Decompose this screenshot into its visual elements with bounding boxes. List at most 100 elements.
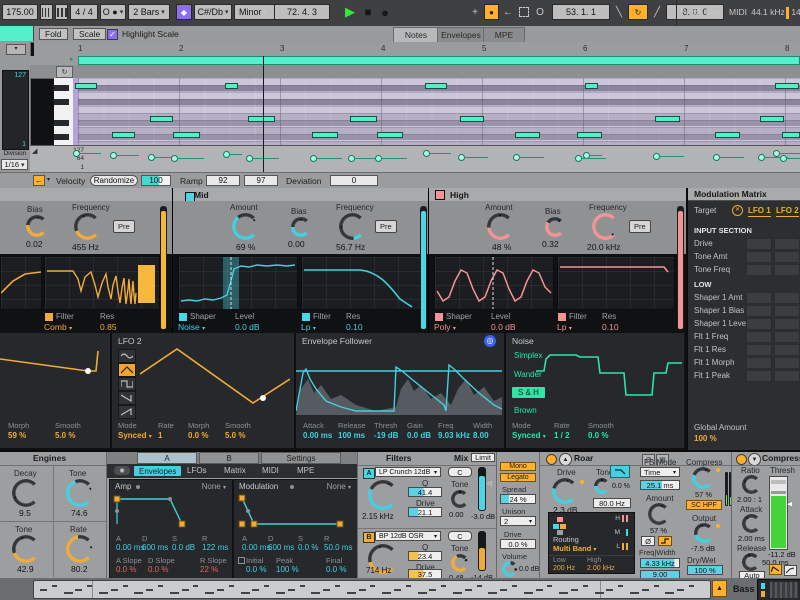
midi-note[interactable] [655, 116, 680, 122]
midi-note[interactable] [782, 132, 800, 138]
envelope-follower-display[interactable] [296, 349, 502, 415]
low-shaper-display[interactable] [0, 256, 42, 310]
tab-notes[interactable]: Notes [393, 27, 439, 42]
matrix-amount-cell[interactable] [774, 331, 800, 343]
triangle-wave-icon[interactable] [118, 363, 136, 377]
insert-marker-icon[interactable]: + [468, 4, 482, 20]
scale-mode-button[interactable]: Scale [73, 28, 106, 40]
amp-target-dropdown[interactable]: None ▾ [202, 482, 226, 491]
eye-icon[interactable]: ◉ [114, 466, 130, 475]
note-grid[interactable] [78, 78, 800, 145]
fb-amount-knob[interactable] [648, 503, 670, 525]
ramp-to-field[interactable]: 97 [244, 175, 278, 186]
tab-a[interactable]: A [137, 452, 197, 464]
filter-b-level-meter[interactable] [478, 531, 486, 571]
transfer-curve-button[interactable] [784, 565, 797, 576]
matrix-amount-cell[interactable] [746, 344, 772, 356]
tempo-field[interactable]: 175.00 [2, 4, 38, 20]
matrix-amount-cell[interactable] [774, 357, 800, 369]
mid-filter-display[interactable] [301, 256, 425, 310]
res-value[interactable]: 0.10 [602, 322, 619, 332]
fold-strip-button[interactable]: ▲ [712, 580, 727, 597]
subtab-mpe[interactable]: MPE [297, 465, 314, 476]
midi-note[interactable] [425, 83, 447, 89]
mod-dot[interactable] [290, 485, 294, 489]
filter-a-level-meter[interactable] [478, 467, 486, 511]
tone-filter-icon[interactable] [610, 465, 630, 478]
midi-note[interactable] [350, 116, 377, 122]
output-knob[interactable] [694, 523, 714, 543]
rate-knob[interactable] [66, 535, 94, 563]
midi-note[interactable] [577, 132, 602, 138]
tone-a-knob[interactable] [66, 479, 94, 507]
dry-wet-field[interactable]: 100 % [687, 565, 723, 575]
limit-button[interactable]: Limit [471, 453, 495, 462]
pre-button[interactable]: Pre [629, 220, 651, 233]
matrix-titlebar[interactable]: Modulation Matrix [688, 188, 800, 201]
phase-invert-button[interactable]: Ø [641, 536, 655, 546]
tone-freq-field[interactable]: 80.0 Hz [593, 498, 631, 508]
amp-r-slope-value[interactable]: 22 % [200, 565, 218, 574]
amp-mod-dot[interactable] [136, 485, 140, 489]
crossover-low-value[interactable]: 200 Hz [553, 565, 575, 572]
follow-button[interactable]: + [257, 4, 271, 20]
midi-note[interactable] [75, 83, 97, 89]
frequency-knob[interactable] [74, 213, 101, 240]
gain-value[interactable]: 0.0 dB [407, 431, 431, 440]
midi-note[interactable] [760, 116, 784, 122]
clip-color-swatch[interactable] [0, 26, 34, 41]
global-amount-value[interactable]: 100 % [694, 434, 717, 443]
metronome-button[interactable] [55, 4, 68, 20]
filter-b-routing-button[interactable]: C [448, 531, 472, 541]
fb-time-field[interactable]: 25.1 ms [640, 480, 680, 490]
matrix-amount-cell[interactable] [774, 238, 800, 250]
release-value[interactable]: 100 ms [338, 431, 365, 440]
subtab-midi[interactable]: MIDI [262, 465, 279, 476]
velocity-lane[interactable]: ◢ 127 64 1 [30, 145, 800, 173]
fb-mode-dropdown[interactable]: Time▾ [640, 467, 680, 477]
mid-band-titlebar[interactable]: Mid [173, 188, 429, 202]
draw-mode-icon[interactable]: O [533, 4, 547, 20]
device-on-led[interactable] [736, 454, 747, 465]
sine-wave-icon[interactable] [118, 349, 136, 363]
black-key[interactable] [54, 85, 69, 91]
level-value[interactable]: 0.0 dB [235, 322, 260, 332]
matrix-amount-cell[interactable] [774, 344, 800, 356]
filter-a-type-dropdown[interactable]: LP Crunch 12dB▾ [375, 467, 441, 477]
session-overdub-button[interactable]: ● [484, 4, 499, 20]
matrix-amount-cell[interactable] [774, 305, 800, 317]
mod-decay-value[interactable]: 600 ms [268, 543, 294, 552]
division-selector[interactable]: 1/16▾ [1, 159, 28, 170]
mono-button[interactable]: Mono [500, 462, 536, 471]
filter-a-level-handle[interactable]: ◁ [487, 480, 492, 487]
roar-drive-knob[interactable] [552, 478, 578, 504]
clip-loop-toggle-icon[interactable]: ↻ [56, 66, 73, 78]
saw-down-wave-icon[interactable] [118, 391, 136, 405]
filter-a-badge[interactable]: A [363, 468, 375, 479]
deviation-field[interactable]: 0 [330, 175, 378, 186]
subtab-lfos[interactable]: LFOs [187, 465, 207, 476]
device-on-led[interactable] [546, 454, 557, 465]
punch-out-icon[interactable]: ╱ [650, 4, 664, 20]
amount-knob[interactable] [232, 213, 259, 240]
midi-note[interactable] [173, 132, 200, 138]
mid-shaper-display[interactable] [178, 256, 298, 310]
matrix-amount-cell[interactable] [746, 292, 772, 304]
scale-icon[interactable]: ◆ [176, 4, 192, 20]
mod-envelope-display[interactable] [236, 493, 355, 531]
matrix-amount-cell[interactable] [774, 318, 800, 330]
pre-button[interactable]: Pre [375, 220, 397, 233]
low-band-titlebar[interactable] [0, 188, 172, 202]
punch-in-icon[interactable]: ╲ [612, 4, 626, 20]
res-value[interactable]: 0.85 [100, 322, 117, 332]
time-signature-field[interactable]: 4 / 4 [70, 4, 98, 20]
decay-knob[interactable] [12, 479, 40, 507]
mod-final-value[interactable]: 0.0 % [326, 565, 346, 574]
matrix-column-lfo1[interactable]: LFO 1 [748, 206, 771, 217]
release-knob[interactable] [742, 553, 760, 571]
matrix-amount-cell[interactable] [774, 251, 800, 263]
arrangement-position-field[interactable]: 72. 4. 3 [274, 4, 330, 20]
mod-release-value[interactable]: 50.0 ms [324, 543, 352, 552]
low-filter-display[interactable] [44, 256, 160, 310]
fold-button[interactable]: Fold [39, 28, 68, 40]
